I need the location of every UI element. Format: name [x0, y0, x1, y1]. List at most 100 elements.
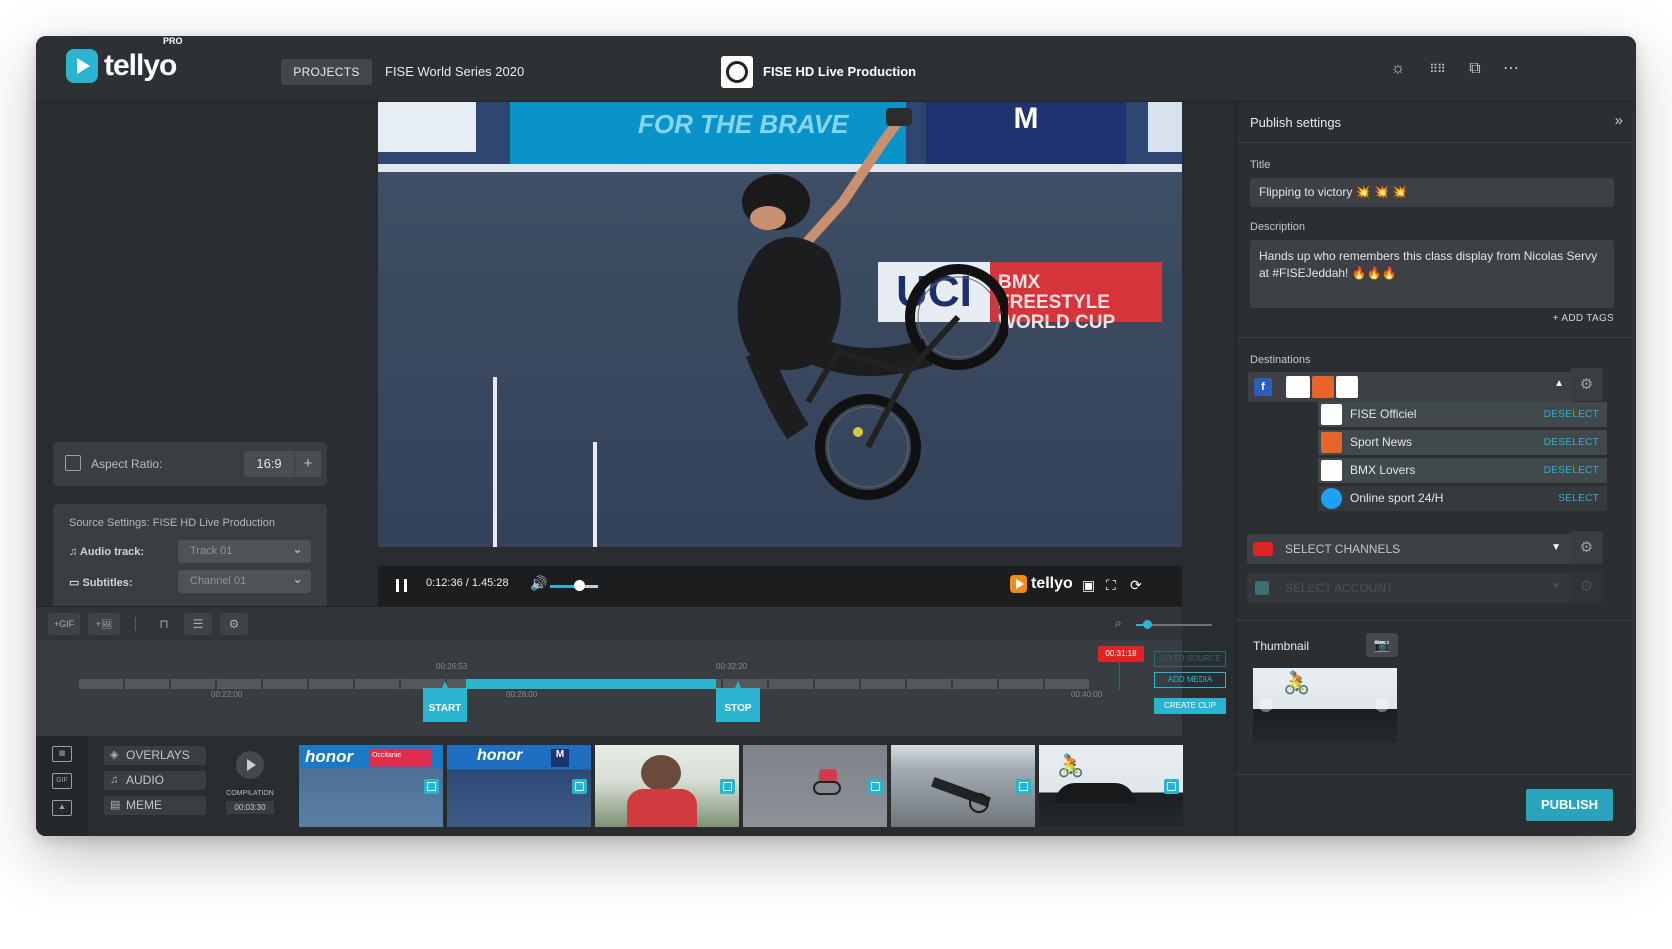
clip-checkbox[interactable] — [868, 779, 883, 794]
description-label: Description — [1250, 221, 1306, 233]
destination-item[interactable]: BMX Lovers DESELECT — [1318, 458, 1607, 483]
ramp-line — [593, 442, 597, 547]
banner-white — [378, 102, 476, 152]
clip-thumbnail[interactable] — [595, 745, 739, 827]
timeline-segment[interactable] — [815, 679, 861, 689]
deselect-button[interactable]: DESELECT — [1544, 430, 1599, 455]
gif-icon[interactable]: GIF — [52, 773, 72, 789]
destination-avatar — [1321, 404, 1342, 425]
clip-thumbnail[interactable]: honor M — [447, 745, 591, 827]
thumbnail-next-icon[interactable] — [1375, 698, 1389, 712]
destination-avatar — [1321, 488, 1342, 509]
subtitles-select[interactable]: Channel 01 — [178, 567, 311, 593]
youtube-channels-select[interactable]: SELECT CHANNELS ▼ — [1247, 534, 1573, 564]
list-icon[interactable]: ☰ — [184, 613, 212, 635]
zoom-handle[interactable] — [1143, 620, 1152, 629]
audio-track-row: ♫ Audio track: — [69, 546, 144, 558]
thumbnail-prev-icon[interactable] — [1259, 698, 1273, 712]
create-clip-button[interactable]: CREATE CLIP — [1154, 698, 1226, 714]
aspect-ratio-add-button[interactable]: + — [295, 451, 321, 477]
description-field[interactable]: Hands up who remembers this class displa… — [1250, 240, 1614, 308]
image-icon[interactable]: ⛰ — [52, 800, 72, 816]
timeline-segment[interactable] — [1045, 679, 1091, 689]
loop-icon[interactable]: ⟳ — [1130, 577, 1142, 594]
add-gif-button[interactable]: +GIF — [48, 613, 80, 635]
chevron-down-icon[interactable]: ▼ — [1551, 542, 1561, 553]
timeline[interactable]: 00:26:53 00:32:20 00:22:00 00:28:00 00:4… — [36, 640, 1226, 736]
brightness-icon[interactable]: ☼ — [1387, 58, 1409, 80]
timeline-segment[interactable] — [171, 679, 217, 689]
clip-checkbox[interactable] — [572, 779, 587, 794]
timeline-segment[interactable] — [217, 679, 263, 689]
clip-thumbnail[interactable]: honor Occitanie — [299, 745, 443, 827]
title-field[interactable]: Flipping to victory 💥 💥 💥 — [1250, 178, 1614, 207]
facebook-settings-icon[interactable]: ⚙ — [1570, 368, 1603, 401]
fullscreen-icon[interactable]: ⛶ — [1106, 577, 1116, 594]
timeline-segment[interactable] — [907, 679, 953, 689]
timeline-segment[interactable] — [309, 679, 355, 689]
pause-icon[interactable] — [396, 579, 407, 592]
stop-marker[interactable]: STOP — [716, 681, 760, 722]
volume-icon[interactable]: 🔊 — [530, 575, 547, 592]
clip-thumbnail[interactable] — [743, 745, 887, 827]
deselect-button[interactable]: DESELECT — [1544, 402, 1599, 427]
aspect-ratio-value[interactable]: 16:9 — [244, 451, 294, 477]
youtube-settings-icon[interactable]: ⚙ — [1570, 531, 1603, 564]
add-media-button[interactable]: ADD MEDIA — [1154, 672, 1226, 688]
deselect-button[interactable]: DESELECT — [1544, 458, 1599, 483]
clip-checkbox[interactable] — [424, 779, 439, 794]
pip-icon[interactable]: ▣ — [1082, 577, 1095, 594]
volume-handle[interactable] — [574, 580, 585, 591]
video-player[interactable]: FOR THE BRAVE M UCI BMX FREESTYLE WORLD … — [378, 102, 1182, 547]
timeline-segment[interactable] — [999, 679, 1045, 689]
camera-icon[interactable]: 📷 — [1366, 633, 1398, 657]
add-image-button[interactable]: + 🖼 — [88, 613, 120, 635]
collapse-panel-icon[interactable]: » — [1615, 112, 1623, 129]
audio-button[interactable]: ♫ AUDIO — [104, 771, 206, 790]
timeline-segment[interactable] — [125, 679, 171, 689]
go-to-source-button[interactable]: GO TO SOURCE — [1154, 651, 1226, 667]
facebook-destination-select[interactable]: f ▲ — [1248, 372, 1574, 402]
clip-checkbox[interactable] — [720, 779, 735, 794]
account-select[interactable]: SELECT ACCOUNT ▼ — [1247, 573, 1573, 603]
destination-item[interactable]: FISE Officiel DESELECT — [1318, 402, 1607, 427]
thumbnail-preview[interactable]: 🚴 — [1253, 668, 1397, 743]
timeline-selection[interactable] — [466, 679, 716, 689]
projects-button[interactable]: PROJECTS — [281, 59, 372, 85]
bmx-rider-silhouette: 🚴 — [1057, 753, 1085, 778]
timeline-segment[interactable] — [769, 679, 815, 689]
destination-item[interactable]: Online sport 24/H SELECT — [1318, 486, 1607, 511]
destination-item[interactable]: Sport News DESELECT — [1318, 430, 1607, 455]
clip-checkbox[interactable] — [1164, 779, 1179, 794]
start-marker[interactable]: START — [423, 681, 467, 722]
grid-icon[interactable]: ⠿⠿ — [1426, 58, 1448, 80]
subtitles-icon: ▭ — [69, 577, 80, 589]
tellyo-logo[interactable]: tellyo — [66, 49, 177, 83]
select-button[interactable]: SELECT — [1558, 486, 1599, 511]
windows-icon[interactable]: ⧉ — [1464, 58, 1486, 80]
crop-icon — [65, 455, 81, 471]
timeline-segment[interactable] — [355, 679, 401, 689]
timeline-segment[interactable] — [953, 679, 999, 689]
more-icon[interactable]: ⋯ — [1500, 58, 1522, 80]
bookmark-icon[interactable]: ⊓ — [152, 613, 176, 635]
publish-button[interactable]: PUBLISH — [1526, 789, 1613, 821]
meme-button[interactable]: ▤ MEME — [104, 796, 206, 815]
overlays-button[interactable]: ◈ OVERLAYS — [104, 746, 206, 765]
clip-checkbox[interactable] — [1016, 779, 1031, 794]
add-tags-button[interactable]: + ADD TAGS — [1553, 313, 1614, 324]
thumbnail-text: honor — [305, 747, 354, 766]
clip-thumbnail[interactable]: 🚴 — [1039, 745, 1183, 827]
compilation-play-button[interactable] — [236, 751, 264, 779]
playhead-time[interactable]: 00:31:18 — [1098, 646, 1144, 662]
chevron-up-icon[interactable]: ▲ — [1554, 378, 1564, 389]
settings-icon[interactable]: ⚙ — [220, 613, 248, 635]
timeline-segment[interactable] — [861, 679, 907, 689]
timeline-segment[interactable] — [263, 679, 309, 689]
person-face — [641, 755, 681, 791]
clip-thumbnail[interactable] — [891, 745, 1035, 827]
film-icon[interactable]: ▦ — [52, 746, 72, 762]
timeline-segment[interactable] — [79, 679, 125, 689]
divider — [1237, 337, 1636, 338]
audio-track-select[interactable]: Track 01 — [178, 537, 311, 563]
